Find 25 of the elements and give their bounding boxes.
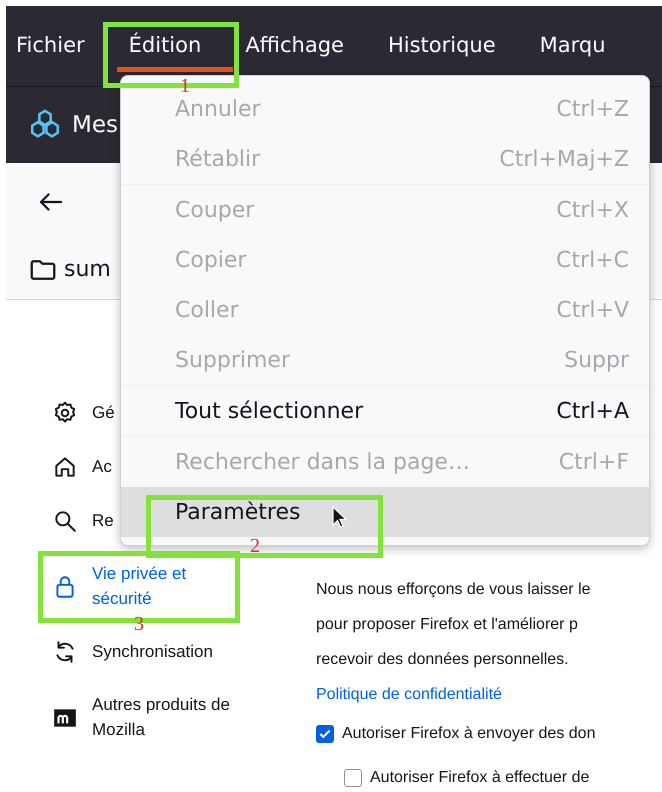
tab-title[interactable]: Mes (72, 108, 118, 142)
sidebar-item[interactable]: Re (52, 508, 114, 534)
menu-bar-item[interactable]: Marqu (540, 30, 606, 62)
annotation-number: 2 (250, 536, 260, 556)
paragraph-line: recevoir des données personnelles. (316, 650, 570, 670)
menu-item[interactable]: Tout sélectionner Ctrl+A (121, 386, 649, 436)
privacy-policy-link[interactable]: Politique de confidentialité (316, 677, 502, 712)
checkbox[interactable] (316, 725, 334, 743)
checkmark-icon (318, 727, 332, 741)
sidebar-item[interactable]: Ac (52, 454, 112, 480)
checkbox[interactable] (344, 769, 362, 787)
menu-bar-item[interactable]: Édition (128, 30, 202, 62)
menu-bar-item[interactable]: Fichier (16, 30, 85, 62)
paragraph-line: pour proposer Firefox et l'améliorer p (316, 615, 579, 635)
bookmark-label[interactable]: sum (64, 253, 111, 286)
sidebar-item[interactable]: Autres produits de Mozilla (52, 693, 252, 743)
sidebar-item[interactable]: Gé (52, 400, 115, 426)
checkbox-label: Autoriser Firefox à effectuer de (370, 768, 590, 788)
menu-bar-item[interactable]: Historique (388, 30, 496, 62)
sidebar-item[interactable]: Vie privée et sécurité (52, 562, 212, 612)
menu-item[interactable]: Paramètres (121, 487, 649, 537)
checkbox-label: Autoriser Firefox à envoyer des don (342, 724, 596, 744)
sidebar-item[interactable]: Synchronisation (52, 639, 213, 666)
menu-bar-item[interactable]: Affichage (245, 30, 344, 62)
paragraph-line: Nous nous efforçons de vous laisser le (316, 580, 592, 600)
